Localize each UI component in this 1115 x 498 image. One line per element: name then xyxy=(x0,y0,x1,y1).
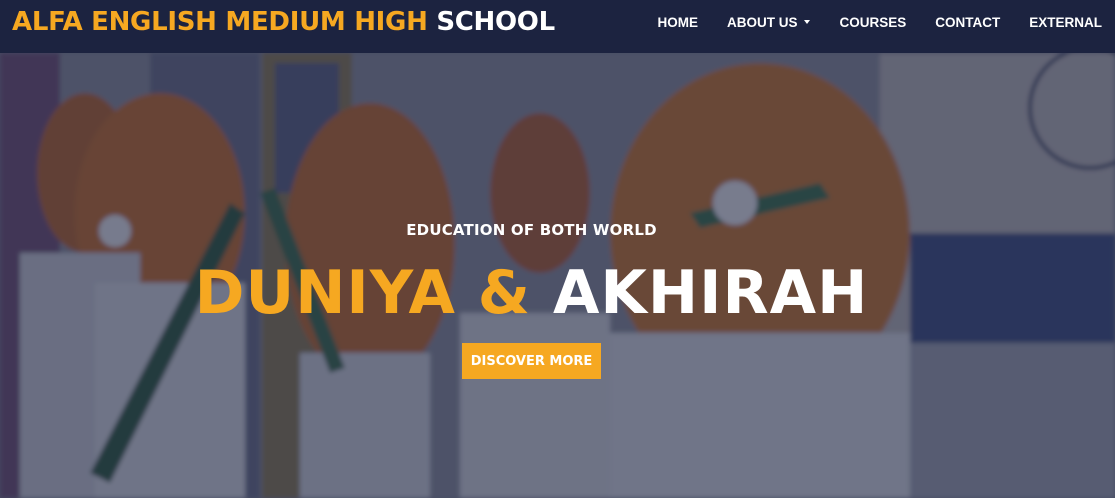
headline-ampersand: & xyxy=(477,258,532,328)
nav-label-courses: COURSES xyxy=(839,14,907,30)
nav-label-home: HOME xyxy=(657,14,698,30)
nav-item-about-us[interactable]: ABOUT US xyxy=(727,15,811,30)
nav-item-contact[interactable]: CONTACT xyxy=(935,15,1000,30)
nav-item-courses[interactable]: COURSES xyxy=(839,15,906,30)
hero-headline: DUNIYA & AKHIRAH xyxy=(0,253,1063,333)
nav-item-home[interactable]: HOME xyxy=(657,15,698,30)
navbar: ALFA ENGLISH MEDIUM HIGH SCHOOL HOME ABO… xyxy=(0,0,1115,53)
nav-label-contact: CONTACT xyxy=(935,14,1001,30)
site-logo-text[interactable]: ALFA ENGLISH MEDIUM HIGH SCHOOL xyxy=(12,4,555,40)
headline-akhirah: AKHIRAH xyxy=(553,258,869,328)
discover-more-button[interactable]: DISCOVER MORE xyxy=(462,343,601,379)
nav-label-external: EXTERNAL xyxy=(1029,14,1102,30)
brand-name-part1: ALFA ENGLISH MEDIUM HIGH xyxy=(12,7,428,37)
discover-more-label: DISCOVER MORE xyxy=(470,353,593,369)
nav-item-external[interactable]: EXTERNAL xyxy=(1029,15,1102,30)
brand-name-part2: SCHOOL xyxy=(436,7,555,37)
nav-label-about-us: ABOUT US xyxy=(726,14,798,30)
headline-duniya: DUNIYA xyxy=(194,258,456,328)
caret-down-icon xyxy=(804,20,811,24)
hero-eyebrow: EDUCATION OF BOTH WORLD xyxy=(406,221,657,239)
hero-banner: EDUCATION OF BOTH WORLD DUNIYA & AKHIRAH… xyxy=(0,53,1115,498)
main-nav: HOME ABOUT US COURSES CONTACT EXTERNAL xyxy=(628,0,1115,44)
